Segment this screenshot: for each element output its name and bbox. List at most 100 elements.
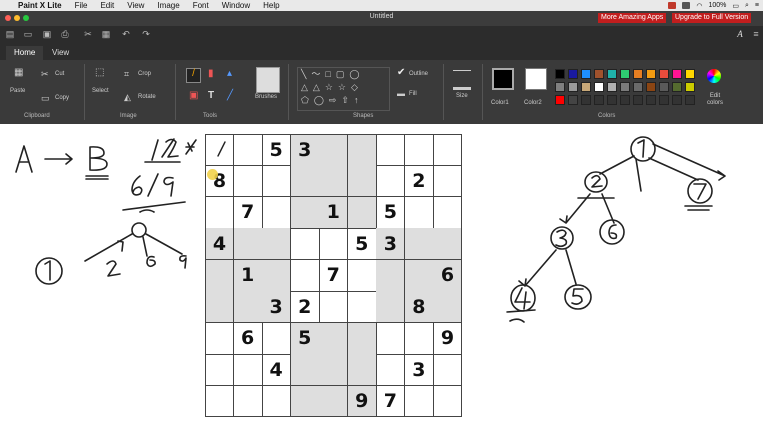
- palette-swatch[interactable]: [685, 82, 695, 92]
- palette-swatch[interactable]: [568, 95, 578, 105]
- menu-font[interactable]: Font: [193, 1, 209, 10]
- sudoku-cell[interactable]: 2: [290, 291, 320, 324]
- sudoku-cell[interactable]: [319, 291, 349, 324]
- sudoku-cell[interactable]: [262, 259, 292, 292]
- menu-file[interactable]: File: [75, 1, 88, 10]
- sudoku-cell[interactable]: [433, 291, 463, 324]
- sudoku-cell[interactable]: [376, 291, 406, 324]
- sudoku-cell[interactable]: [347, 196, 377, 229]
- brushes-icon[interactable]: [256, 67, 280, 93]
- palette-swatch[interactable]: [659, 95, 669, 105]
- eraser-icon[interactable]: ▣: [189, 91, 198, 101]
- palette-swatch[interactable]: [607, 82, 617, 92]
- paste-label[interactable]: Paste: [10, 88, 25, 94]
- app-status-icon[interactable]: [682, 2, 691, 9]
- sudoku-cell[interactable]: [205, 385, 235, 418]
- copy-icon[interactable]: ▭: [41, 93, 50, 103]
- menu-edit[interactable]: Edit: [100, 1, 114, 10]
- sudoku-cell[interactable]: 2: [404, 165, 434, 198]
- print-icon[interactable]: ⎙: [60, 29, 70, 39]
- palette-swatch[interactable]: [646, 69, 656, 79]
- fill-bucket-icon[interactable]: ▮: [208, 69, 214, 79]
- sudoku-cell[interactable]: [347, 322, 377, 355]
- palette-swatch[interactable]: [620, 82, 630, 92]
- palette-swatch[interactable]: [581, 95, 591, 105]
- color1-label[interactable]: Color1: [491, 100, 509, 106]
- palette-swatch[interactable]: [672, 95, 682, 105]
- tab-view[interactable]: View: [44, 46, 77, 60]
- menu-icon[interactable]: ≡: [751, 29, 761, 39]
- sudoku-cell[interactable]: 6: [233, 322, 263, 355]
- sudoku-cell[interactable]: 7: [233, 196, 263, 229]
- search-icon[interactable]: ⌕: [745, 2, 749, 10]
- palette-swatch[interactable]: [581, 82, 591, 92]
- list-icon[interactable]: ≡: [755, 2, 759, 9]
- rotate-label[interactable]: Rotate: [138, 94, 156, 100]
- edit-colors-icon[interactable]: [707, 69, 721, 83]
- sudoku-cell[interactable]: [376, 322, 406, 355]
- palette-swatch[interactable]: [607, 69, 617, 79]
- redo-icon[interactable]: ↷: [141, 29, 151, 39]
- sudoku-cell[interactable]: [205, 354, 235, 387]
- sudoku-cell[interactable]: [376, 134, 406, 166]
- upgrade-button[interactable]: Upgrade to Full Version: [672, 13, 752, 23]
- sudoku-cell[interactable]: [319, 354, 349, 387]
- sudoku-cell[interactable]: [233, 291, 263, 324]
- palette-swatch[interactable]: [620, 95, 630, 105]
- cut-icon[interactable]: ✂: [83, 29, 93, 39]
- sudoku-cell[interactable]: [433, 165, 463, 198]
- sudoku-cell[interactable]: [376, 354, 406, 387]
- palette-swatch[interactable]: [594, 95, 604, 105]
- fill-label[interactable]: Fill: [409, 91, 417, 97]
- shapes-gallery[interactable]: ╲〜□▢◯ △△☆☆◇ ⬠◯⇨⇧↑: [297, 67, 390, 111]
- palette-swatch[interactable]: [555, 82, 565, 92]
- menu-view[interactable]: View: [127, 1, 144, 10]
- open-folder-icon[interactable]: ▭: [23, 29, 33, 39]
- new-file-icon[interactable]: ▤: [5, 29, 15, 39]
- sudoku-cell[interactable]: [433, 134, 463, 166]
- sudoku-cell[interactable]: 3: [376, 228, 406, 261]
- fill-icon[interactable]: ▬: [397, 89, 405, 99]
- sudoku-cell[interactable]: [433, 385, 463, 418]
- sudoku-cell[interactable]: [262, 228, 292, 261]
- sudoku-cell[interactable]: [347, 134, 377, 166]
- sudoku-cell[interactable]: [205, 196, 235, 229]
- wifi-icon[interactable]: ◠: [696, 2, 702, 10]
- crop-icon[interactable]: ⌗: [124, 69, 129, 79]
- sudoku-cell[interactable]: [404, 228, 434, 261]
- sudoku-cell[interactable]: 5: [262, 134, 292, 166]
- palette-swatch[interactable]: [581, 69, 591, 79]
- sudoku-cell[interactable]: [404, 322, 434, 355]
- sudoku-cell[interactable]: 5: [347, 228, 377, 261]
- text-icon[interactable]: T: [208, 91, 214, 101]
- sudoku-cell[interactable]: [233, 354, 263, 387]
- cut-icon[interactable]: ✂: [41, 69, 49, 79]
- palette-swatch[interactable]: [607, 95, 617, 105]
- sudoku-cell[interactable]: [347, 259, 377, 292]
- sudoku-cell[interactable]: [404, 259, 434, 292]
- sudoku-cell[interactable]: 1: [319, 196, 349, 229]
- sudoku-cell[interactable]: 9: [347, 385, 377, 418]
- palette-swatch[interactable]: [594, 82, 604, 92]
- sudoku-cell[interactable]: [290, 259, 320, 292]
- palette-swatch[interactable]: [672, 82, 682, 92]
- record-icon[interactable]: [668, 2, 677, 9]
- palette-swatch[interactable]: [659, 82, 669, 92]
- outline-label[interactable]: Outline: [409, 71, 428, 77]
- sudoku-cell[interactable]: [262, 322, 292, 355]
- battery-icon[interactable]: ▭: [732, 2, 739, 10]
- sudoku-cell[interactable]: [433, 196, 463, 229]
- sudoku-cell[interactable]: [205, 291, 235, 324]
- sudoku-cell[interactable]: [404, 196, 434, 229]
- color-picker-icon[interactable]: ╱: [227, 91, 233, 101]
- sudoku-cell[interactable]: 9: [433, 322, 463, 355]
- palette-swatch[interactable]: [646, 82, 656, 92]
- undo-icon[interactable]: ↶: [121, 29, 131, 39]
- menu-window[interactable]: Window: [222, 1, 250, 10]
- sudoku-cell[interactable]: [233, 228, 263, 261]
- sudoku-cell[interactable]: 5: [290, 322, 320, 355]
- sudoku-cell[interactable]: [290, 354, 320, 387]
- outline-check-icon[interactable]: ✔: [397, 68, 405, 78]
- sudoku-cell[interactable]: [290, 385, 320, 418]
- copy-label[interactable]: Copy: [55, 95, 69, 101]
